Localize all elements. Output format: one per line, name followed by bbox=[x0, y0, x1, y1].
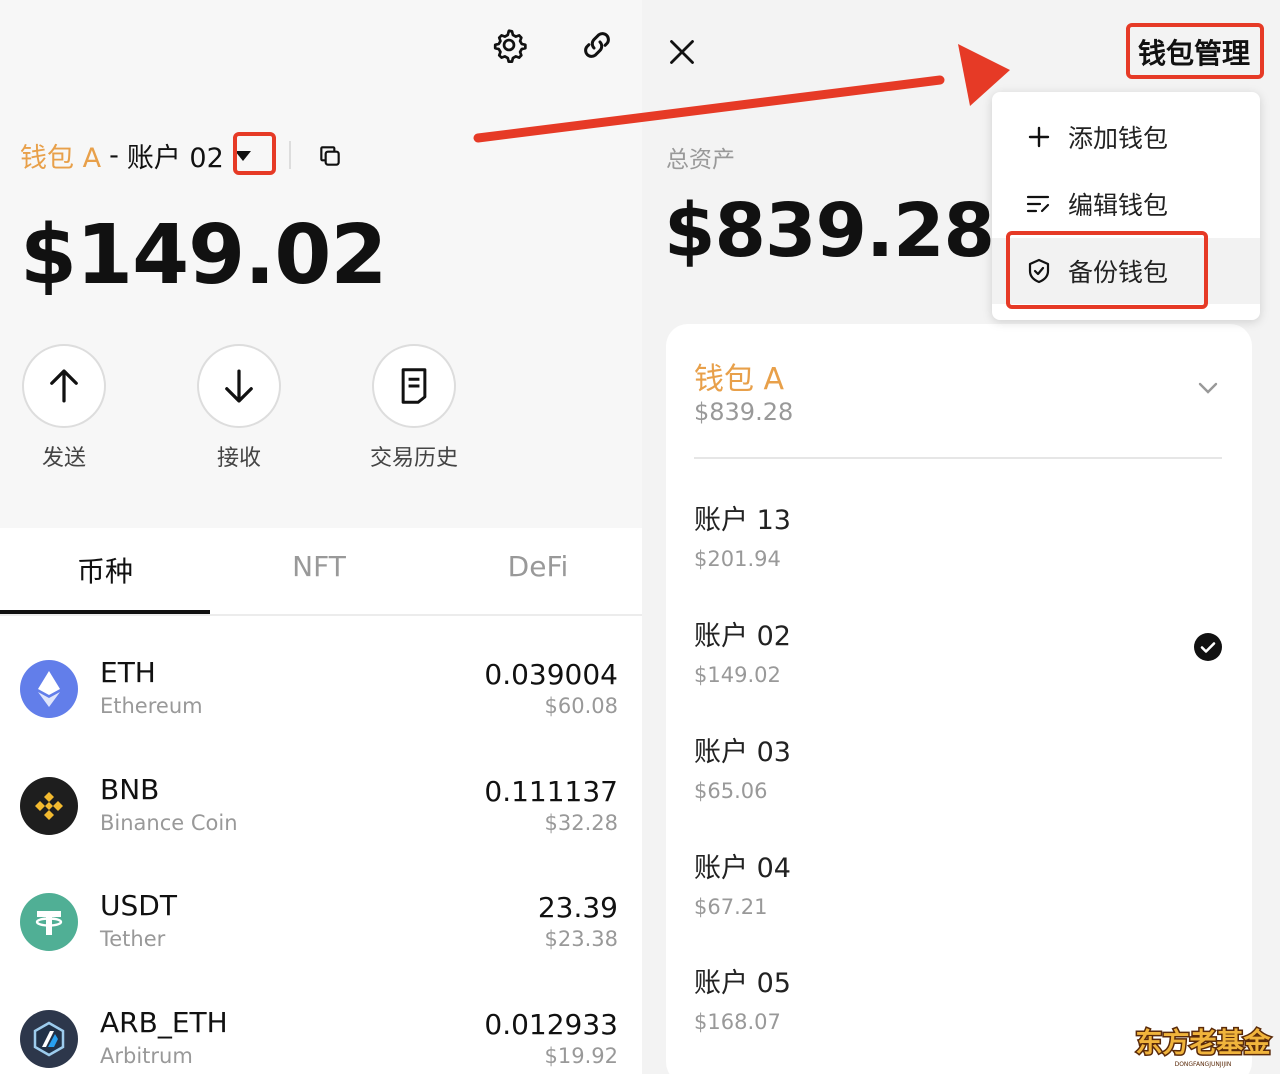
token-amount: 0.012933 bbox=[484, 1008, 618, 1041]
token-symbol: ARB_ETH bbox=[100, 1006, 228, 1039]
send-button[interactable]: 发送 bbox=[9, 344, 119, 472]
name-separator: - bbox=[109, 140, 119, 171]
wallet-group-value: $839.28 bbox=[694, 398, 794, 426]
token-row[interactable]: BNB Binance Coin 0.111137 $32.28 bbox=[0, 749, 642, 865]
account-item-name: 账户 05 bbox=[694, 968, 791, 999]
account-balance: $149.02 bbox=[20, 208, 387, 303]
checkmark-icon bbox=[1193, 632, 1223, 666]
wallet-name: 钱包 A bbox=[20, 143, 102, 174]
token-symbol: BNB bbox=[100, 773, 160, 806]
asset-tabs: 币种 NFT DeFi bbox=[0, 528, 642, 616]
token-name: Tether bbox=[100, 927, 166, 951]
token-amount: 0.111137 bbox=[484, 775, 618, 808]
wallet-home-panel: 钱包 A - 账户 02 $149.02 发送 接收 交易历史 币种 NFT D… bbox=[0, 0, 642, 1074]
watermark-logo: 东方老基金 DONGFANGJUNJIJIN bbox=[1130, 1022, 1276, 1070]
token-usd-value: $32.28 bbox=[544, 811, 618, 835]
receive-label: 接收 bbox=[216, 446, 261, 471]
receive-button[interactable]: 接收 bbox=[184, 344, 294, 472]
account-item[interactable]: 账户 13 $201.94 bbox=[694, 498, 791, 571]
dropdown-highlight-box bbox=[233, 132, 276, 175]
account-item-value: $65.06 bbox=[694, 779, 768, 803]
token-row[interactable]: USDT Tether 23.39 $23.38 bbox=[0, 865, 642, 981]
menu-item-add-wallet[interactable]: 添加钱包 bbox=[992, 104, 1260, 170]
history-button[interactable]: 交易历史 bbox=[359, 344, 469, 472]
svg-text:东方老基金: 东方老基金 bbox=[1136, 1027, 1272, 1059]
menu-item-edit-wallet[interactable]: 编辑钱包 bbox=[992, 171, 1260, 237]
annotation-arrow-icon bbox=[473, 44, 1010, 143]
menu-item-label: 添加钱包 bbox=[1068, 124, 1169, 153]
bnb-icon bbox=[20, 777, 78, 835]
tether-icon bbox=[20, 893, 78, 951]
send-label: 发送 bbox=[41, 446, 86, 471]
chevron-down-icon[interactable] bbox=[1196, 380, 1220, 400]
account-item-value: $201.94 bbox=[694, 547, 781, 571]
divider bbox=[289, 141, 291, 169]
edit-list-icon bbox=[1022, 187, 1056, 221]
account-item-name: 账户 04 bbox=[694, 853, 791, 884]
tab-defi[interactable]: DeFi bbox=[433, 550, 642, 583]
token-name: Binance Coin bbox=[100, 811, 238, 835]
arrow-up-icon bbox=[22, 344, 106, 428]
token-row[interactable]: ARB_ETH Arbitrum 0.012933 $19.92 bbox=[0, 982, 642, 1074]
title-highlight-box bbox=[1126, 23, 1264, 79]
token-name: Ethereum bbox=[100, 694, 203, 718]
arrow-down-icon bbox=[197, 344, 281, 428]
account-item-name: 账户 13 bbox=[694, 505, 791, 536]
total-assets-value: $839.28 bbox=[664, 188, 995, 274]
ethereum-icon bbox=[20, 660, 78, 718]
token-row[interactable]: ETH Ethereum 0.039004 $60.08 bbox=[0, 632, 642, 748]
token-amount: 0.039004 bbox=[484, 658, 618, 691]
token-usd-value: $60.08 bbox=[544, 694, 618, 718]
tab-tokens[interactable]: 币种 bbox=[0, 550, 210, 590]
backup-highlight-box bbox=[1006, 231, 1208, 309]
token-usd-value: $23.38 bbox=[544, 927, 618, 951]
token-usd-value: $19.92 bbox=[544, 1044, 618, 1068]
svg-text:DONGFANGJUNJIJIN: DONGFANGJUNJIJIN bbox=[1175, 1061, 1232, 1068]
wallet-accounts-card: 钱包 A $839.28 账户 13 $201.94 账户 02 $149.02… bbox=[666, 324, 1252, 1084]
account-item[interactable]: 账户 02 $149.02 bbox=[694, 614, 791, 687]
wallet-account-selector[interactable]: 钱包 A - 账户 02 bbox=[20, 136, 254, 175]
document-icon bbox=[372, 344, 456, 428]
token-name: Arbitrum bbox=[100, 1044, 193, 1068]
tab-nft[interactable]: NFT bbox=[214, 550, 424, 583]
account-item-value: $67.21 bbox=[694, 895, 768, 919]
account-item[interactable]: 账户 03 $65.06 bbox=[694, 730, 791, 803]
watermark-logo-icon: 东方老基金 DONGFANGJUNJIJIN bbox=[1134, 1026, 1273, 1069]
account-item-name: 账户 02 bbox=[694, 621, 791, 652]
account-item-value: $168.07 bbox=[694, 1010, 781, 1034]
account-name: 账户 02 bbox=[126, 143, 224, 174]
token-amount: 23.39 bbox=[537, 891, 618, 924]
wallet-group-name[interactable]: 钱包 A bbox=[694, 354, 784, 398]
copy-icon[interactable] bbox=[314, 140, 346, 172]
account-item[interactable]: 账户 04 $67.21 bbox=[694, 846, 791, 919]
token-symbol: USDT bbox=[100, 889, 177, 922]
divider bbox=[694, 457, 1222, 459]
account-item-name: 账户 03 bbox=[694, 737, 791, 768]
account-item-value: $149.02 bbox=[694, 663, 781, 687]
history-label: 交易历史 bbox=[369, 446, 458, 471]
menu-item-label: 编辑钱包 bbox=[1068, 191, 1169, 220]
arbitrum-icon bbox=[20, 1010, 78, 1068]
account-item[interactable]: 账户 05 $168.07 bbox=[694, 961, 791, 1034]
token-symbol: ETH bbox=[100, 656, 156, 689]
active-tab-indicator bbox=[0, 610, 210, 614]
